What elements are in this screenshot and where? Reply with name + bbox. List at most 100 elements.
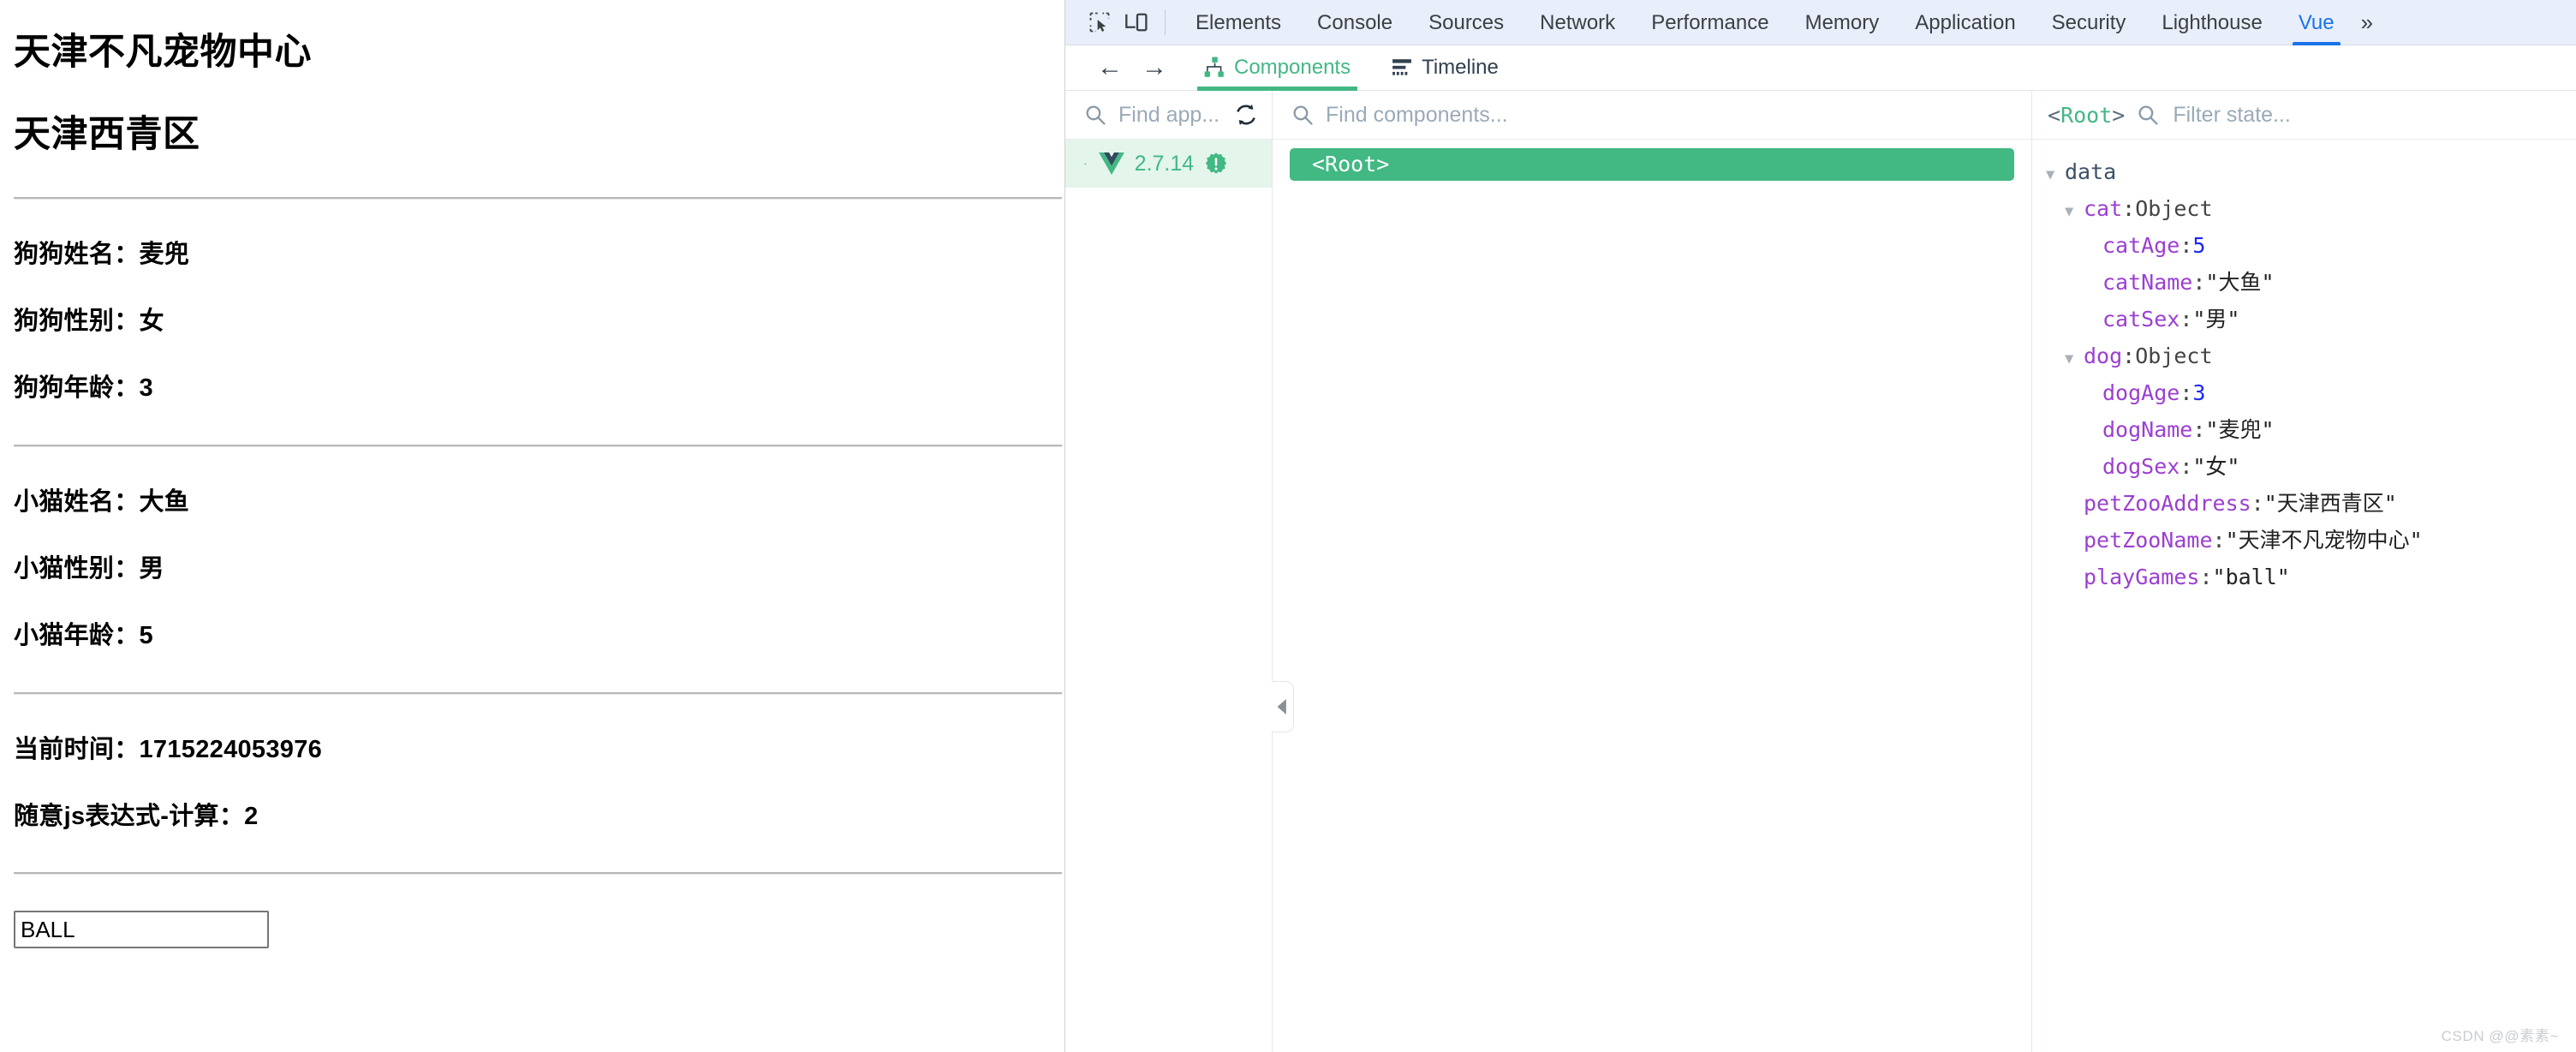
state-sep: : [2122,196,2136,221]
tab-vue[interactable]: Vue [2281,0,2352,45]
tab-performance[interactable]: Performance [1633,0,1786,45]
js-expression-row: 随意js表达式-计算：2 [14,803,259,830]
vue-tab-components[interactable]: Components [1190,45,1364,91]
more-tabs-icon[interactable]: » [2352,9,2385,36]
caret-down-icon: ▼ [2065,203,2074,220]
state-key: dog [2084,344,2123,368]
state-entry-catSex[interactable]: ▼catSex: "男" [2032,302,2576,339]
divider-3 [14,691,1062,695]
search-icon [1291,104,1314,126]
state-sep: : [2179,307,2193,332]
tab-sources[interactable]: Sources [1410,0,1522,45]
devtools-tabbar: Elements Console Sources Network Perform… [1065,0,2576,45]
state-group-label: data [2065,159,2117,184]
state-value: "ball" [2212,565,2290,589]
app-indicator-icon: · [1082,153,1088,173]
tab-application[interactable]: Application [1897,0,2033,45]
state-value: "麦兜" [2205,417,2275,442]
state-entry-catAge[interactable]: ▼catAge: 5 [2032,229,2576,266]
warning-badge-icon[interactable] [1204,152,1228,176]
state-value: 3 [2192,380,2206,405]
state-key: playGames [2084,565,2200,589]
current-time-row: 当前时间：1715224053976 [14,735,323,763]
vue-tab-timeline[interactable]: Timeline [1378,45,1512,91]
timeline-icon [1392,58,1412,77]
app-search-input[interactable] [1117,101,1224,129]
inspected-page: 天津不凡宠物中心 天津西青区 狗狗姓名：麦兜 狗狗性别：女 狗狗年龄：3 小猫姓… [0,0,1064,1052]
state-value: "女" [2192,454,2240,479]
state-sep: : [2122,344,2136,368]
state-entry-catName[interactable]: ▼catName: "大鱼" [2032,266,2576,302]
app-version-label: 2.7.14 [1134,151,1195,176]
state-inspector-header: <Root> [2032,91,2576,140]
state-value: Object [2135,196,2213,221]
app-list-item-vue[interactable]: · 2.7.14 [1065,140,1272,188]
caret-placeholder-icon: ▼ [2084,268,2102,302]
state-entry-petZooName[interactable]: ▼petZooName: "天津不凡宠物中心" [2032,523,2576,560]
component-search-input[interactable] [1324,101,2018,129]
chevron-left-icon [1277,699,1289,714]
cat-age-row: 小猫年龄：5 [14,622,153,650]
state-value: "大鱼" [2205,270,2275,295]
caret-placeholder-icon: ▼ [2065,526,2084,560]
state-entry-dogSex[interactable]: ▼dogSex: "女" [2032,450,2576,487]
state-entry-dogAge[interactable]: ▼dogAge: 3 [2032,376,2576,413]
state-key: dogAge [2102,380,2180,405]
state-value: 5 [2192,233,2206,258]
cat-sex-row: 小猫性别：男 [14,554,164,583]
caret-placeholder-icon: ▼ [2084,305,2102,339]
tab-memory[interactable]: Memory [1787,0,1898,45]
state-sep: : [2212,528,2226,553]
state-key: dogName [2102,417,2193,442]
back-arrow-icon[interactable]: ← [1088,51,1132,85]
tab-lighthouse[interactable]: Lighthouse [2144,0,2280,45]
dog-age-row: 狗狗年龄：3 [14,374,153,403]
app-search-bar [1065,91,1272,140]
state-entry-dog[interactable]: ▼ dog: Object [2032,339,2576,376]
state-sep: : [2192,417,2206,442]
page-subtitle-zoo-address: 天津西青区 [14,114,200,156]
cat-name-row: 小猫姓名：大鱼 [14,487,190,516]
refresh-icon[interactable] [1234,103,1258,127]
state-tree: ▼ data ▼ cat: Object ▼catAge: 5 ▼catName: … [2032,140,2576,1052]
tab-security[interactable]: Security [2034,0,2144,45]
tab-console[interactable]: Console [1299,0,1410,45]
caret-placeholder-icon: ▼ [2084,231,2102,266]
state-key: catSex [2102,307,2180,332]
filter-state-input[interactable] [2171,101,2576,129]
state-entry-dogName[interactable]: ▼dogName: "麦兜" [2032,413,2576,450]
components-icon [1204,57,1225,79]
state-group-data[interactable]: ▼ data [2032,155,2576,192]
device-toolbar-icon[interactable] [1118,5,1156,39]
caret-down-icon: ▼ [2065,350,2074,368]
state-sep: : [2179,454,2193,479]
component-search-bar [1273,91,2031,140]
state-sep: : [2192,270,2206,295]
state-sep: : [2199,565,2213,589]
state-key: dogSex [2102,454,2180,479]
state-sep: : [2179,233,2193,258]
state-key: cat [2084,196,2123,221]
caret-placeholder-icon: ▼ [2084,379,2102,413]
tab-elements[interactable]: Elements [1178,0,1299,45]
state-key: petZooAddress [2084,491,2251,516]
state-entry-cat[interactable]: ▼ cat: Object [2032,192,2576,229]
tree-node-root[interactable]: <Root> [1290,148,2014,181]
vue-tab-timeline-label: Timeline [1422,56,1499,79]
page-title-zoo-name: 天津不凡宠物中心 [14,32,312,73]
state-entry-petZooAddress[interactable]: ▼petZooAddress: "天津西青区" [2032,487,2576,523]
tab-network[interactable]: Network [1522,0,1633,45]
state-key: petZooName [2084,528,2213,553]
vue-tab-components-label: Components [1234,56,1351,79]
inspect-element-icon[interactable] [1081,5,1118,39]
search-icon [1084,104,1106,126]
caret-down-icon: ▼ [2046,166,2055,183]
state-value: "男" [2192,307,2240,332]
play-games-input[interactable] [14,911,269,949]
divider-1 [14,196,1062,200]
component-tree-column: <Root> [1272,91,2032,1052]
state-entry-playGames[interactable]: ▼playGames: "ball" [2032,560,2576,597]
forward-arrow-icon[interactable]: → [1132,51,1177,85]
collapse-sidebar-handle[interactable] [1272,681,1294,732]
caret-placeholder-icon: ▼ [2065,489,2084,523]
